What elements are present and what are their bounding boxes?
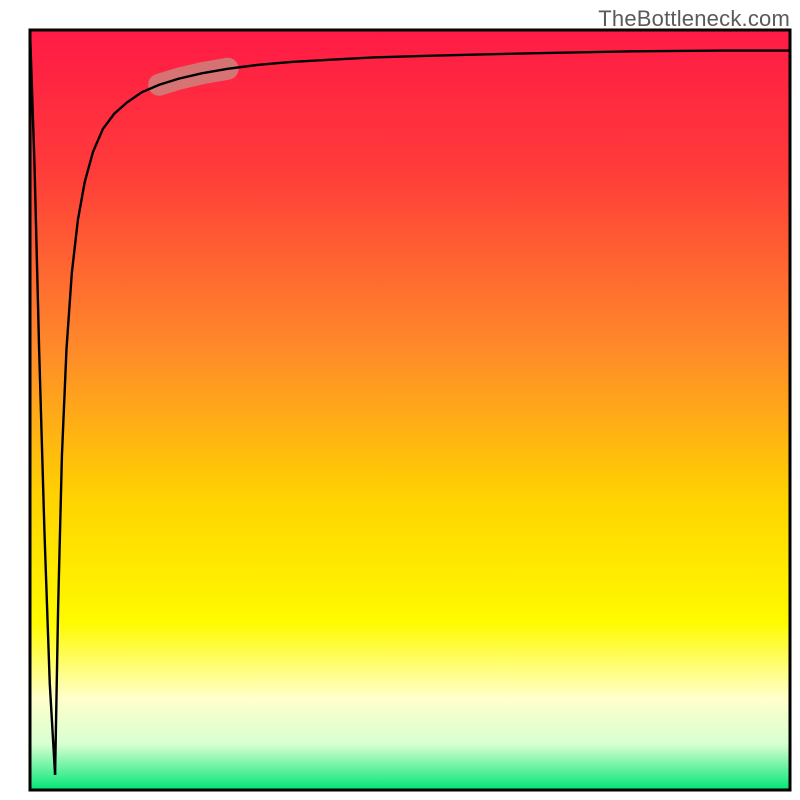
chart-svg — [0, 0, 800, 800]
plot-background — [30, 30, 790, 790]
chart-container: TheBottleneck.com — [0, 0, 800, 800]
